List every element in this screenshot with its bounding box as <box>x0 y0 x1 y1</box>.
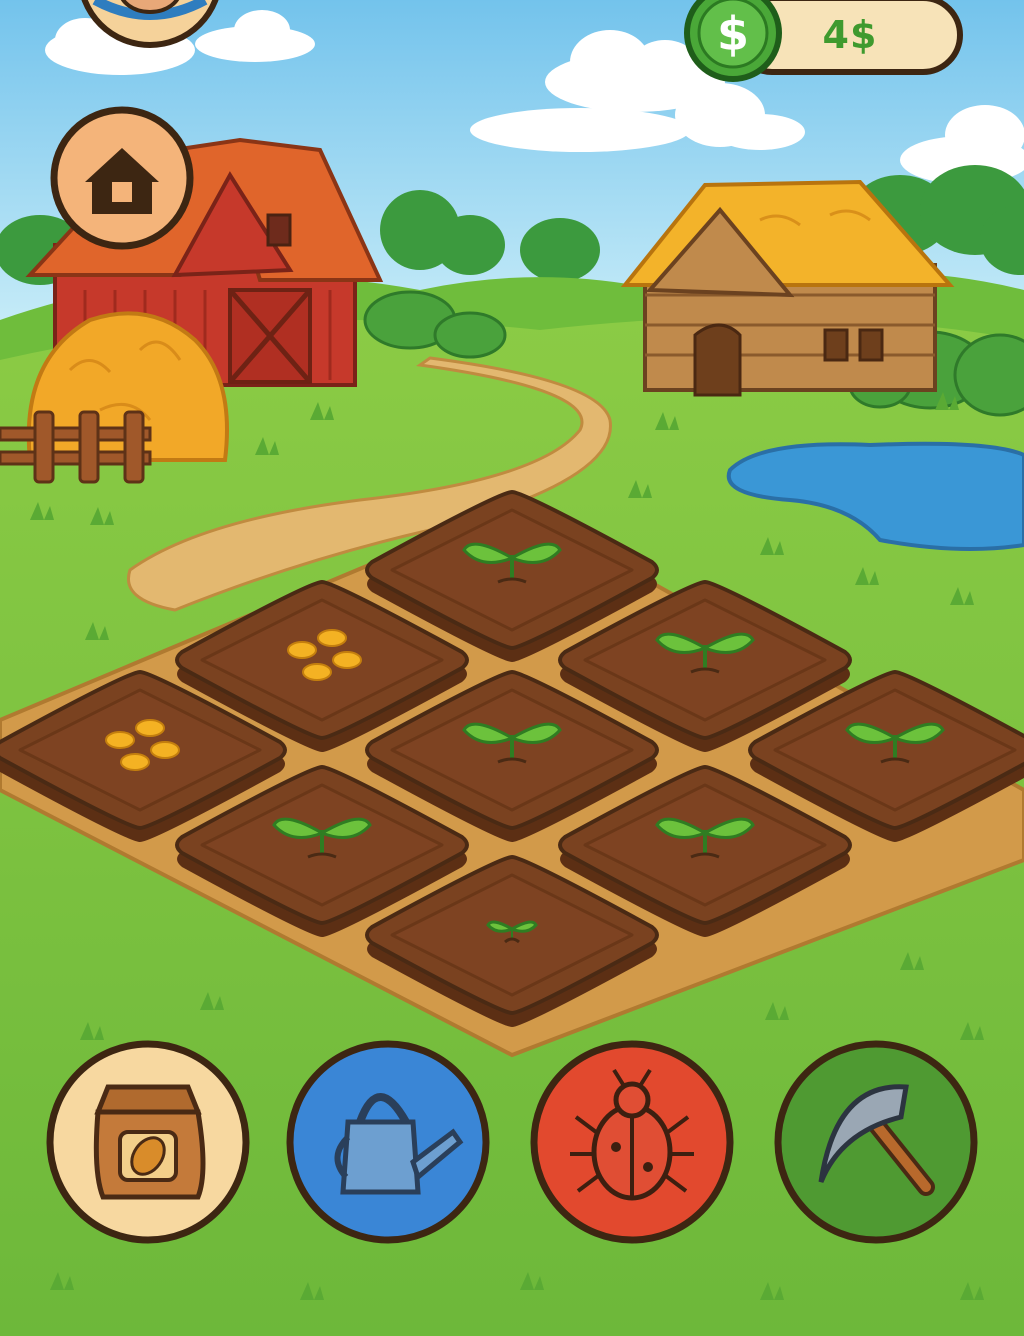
seed <box>135 719 165 737</box>
seed <box>150 741 180 759</box>
home-button[interactable] <box>50 106 194 250</box>
tool-sickle-button[interactable] <box>774 1040 978 1244</box>
dollar-coin-icon: $ <box>684 0 782 82</box>
tool-seed-bag-button[interactable] <box>46 1040 250 1244</box>
tool-bug-spray-button[interactable] <box>530 1040 734 1244</box>
seed-bag-icon <box>93 1084 206 1200</box>
seed <box>105 731 135 749</box>
seed <box>317 629 347 647</box>
tool-watering-can-button[interactable] <box>286 1040 490 1244</box>
seed <box>287 641 317 659</box>
dollar-sign: $ <box>717 7 749 61</box>
coin-count: 4$ <box>822 13 878 57</box>
seed <box>120 753 150 771</box>
seed <box>332 651 362 669</box>
farm-scene: $ <box>0 0 1024 1336</box>
seed <box>302 663 332 681</box>
